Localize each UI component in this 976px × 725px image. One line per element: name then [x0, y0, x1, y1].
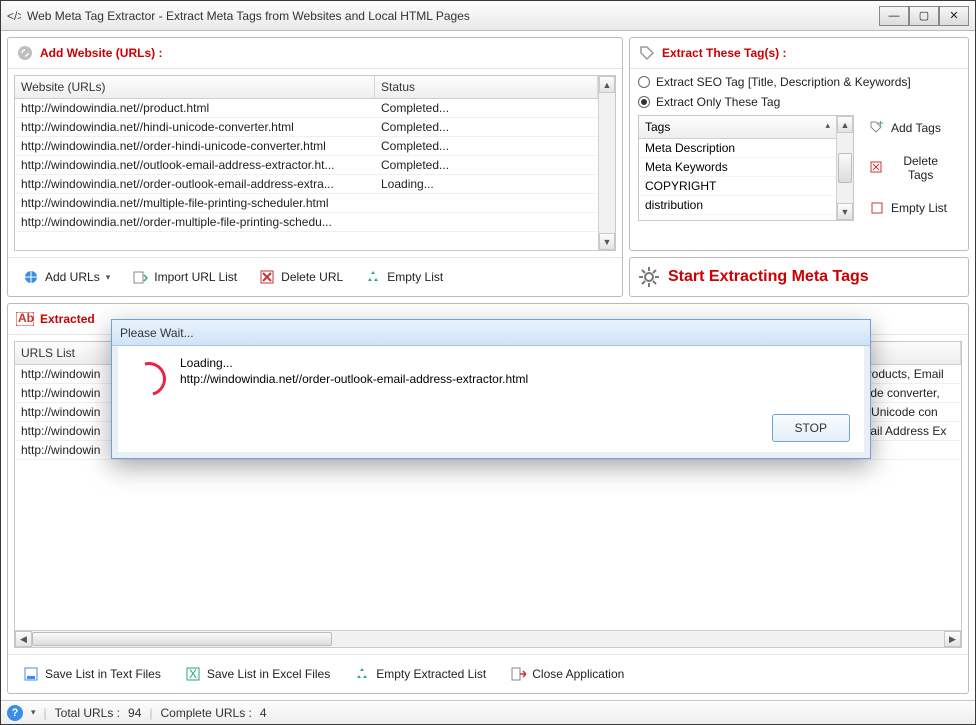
empty-icon — [869, 200, 885, 216]
abc-icon: Abc — [16, 310, 34, 328]
empty-list-button[interactable]: Empty List — [356, 264, 452, 290]
list-item[interactable]: distribution — [639, 196, 836, 215]
scroll-up-icon[interactable]: ▲ — [599, 76, 615, 93]
app-window: </> Web Meta Tag Extractor - Extract Met… — [0, 0, 976, 725]
add-tags-button[interactable]: + Add Tags — [860, 115, 960, 141]
add-urls-panel: Add Website (URLs) : Website (URLs) Stat… — [7, 37, 623, 297]
svg-text:+: + — [877, 121, 884, 130]
table-row[interactable]: http://windowindia.net//hindi-unicode-co… — [15, 118, 598, 137]
empty-tags-button[interactable]: Empty List — [860, 195, 960, 221]
save-excel-button[interactable]: X Save List in Excel Files — [176, 661, 339, 687]
please-wait-dialog: Please Wait... Loading... http://windowi… — [111, 319, 871, 459]
svg-text:Abc: Abc — [18, 312, 34, 325]
gear-icon — [638, 266, 660, 288]
tags-list[interactable]: Tags ▴ Meta DescriptionMeta KeywordsCOPY… — [639, 116, 836, 220]
col-url[interactable]: Website (URLs) — [15, 76, 375, 98]
svg-text:X: X — [189, 667, 197, 681]
save-text-icon — [23, 666, 39, 682]
complete-urls-value: 4 — [260, 706, 267, 720]
import-icon — [132, 269, 148, 285]
close-app-button[interactable]: Close Application — [501, 661, 633, 687]
import-url-list-button[interactable]: Import URL List — [123, 264, 246, 290]
total-urls-value: 94 — [128, 706, 141, 720]
scroll-down-icon[interactable]: ▼ — [837, 203, 853, 220]
recycle-icon — [354, 666, 370, 682]
add-urls-button[interactable]: Add URLs ▾ — [14, 264, 119, 290]
scroll-right-icon[interactable]: ▶ — [944, 631, 961, 647]
minimize-button[interactable]: — — [879, 6, 909, 26]
globe-icon — [23, 269, 39, 285]
start-extract-button[interactable]: Start Extracting Meta Tags — [629, 257, 969, 297]
link-icon — [16, 44, 34, 62]
extract-tags-title: Extract These Tag(s) : — [662, 46, 786, 60]
list-item[interactable]: Meta Keywords — [639, 158, 836, 177]
chevron-down-icon[interactable]: ▾ — [31, 707, 36, 718]
delete-url-button[interactable]: Delete URL — [250, 264, 352, 290]
extracted-title: Extracted — [40, 312, 95, 326]
spinner-icon — [126, 356, 172, 402]
delete-tags-button[interactable]: Delete Tags — [860, 149, 960, 187]
col-status[interactable]: Status — [375, 76, 598, 98]
delete-tag-icon — [869, 160, 884, 176]
table-row[interactable]: http://windowindia.net//order-hindi-unic… — [15, 137, 598, 156]
titlebar: </> Web Meta Tag Extractor - Extract Met… — [1, 1, 975, 31]
chevron-up-icon[interactable]: ▴ — [825, 120, 830, 134]
table-row[interactable]: http://windowindia.net//multiple-file-pr… — [15, 194, 598, 213]
empty-extracted-button[interactable]: Empty Extracted List — [345, 661, 495, 687]
radio-seo-tag[interactable]: Extract SEO Tag [Title, Description & Ke… — [638, 75, 960, 89]
table-row[interactable]: http://windowindia.net//product.htmlComp… — [15, 99, 598, 118]
list-item[interactable]: Meta Description — [639, 139, 836, 158]
tags-scrollbar[interactable]: ▲ ▼ — [836, 116, 853, 220]
urls-scrollbar[interactable]: ▲ ▼ — [598, 76, 615, 250]
delete-icon — [259, 269, 275, 285]
complete-urls-label: Complete URLs : — [161, 706, 252, 720]
table-row[interactable]: http://windowindia.net//outlook-email-ad… — [15, 156, 598, 175]
radio-icon — [638, 96, 650, 108]
table-row[interactable]: http://windowindia.net//order-outlook-em… — [15, 175, 598, 194]
urls-table[interactable]: Website (URLs) Status http://windowindia… — [15, 76, 598, 250]
col-urls-list[interactable]: URLS List — [15, 342, 115, 364]
radio-only-these[interactable]: Extract Only These Tag — [638, 95, 960, 109]
add-urls-title: Add Website (URLs) : — [40, 46, 162, 60]
loading-url: http://windowindia.net//order-outlook-em… — [180, 372, 528, 386]
save-excel-icon: X — [185, 666, 201, 682]
scroll-thumb[interactable] — [32, 632, 332, 646]
app-icon: </> — [7, 9, 21, 23]
loading-label: Loading... — [180, 356, 528, 370]
scroll-up-icon[interactable]: ▲ — [837, 116, 853, 133]
recycle-icon — [365, 269, 381, 285]
dialog-title: Please Wait... — [112, 320, 870, 346]
scroll-left-icon[interactable]: ◀ — [15, 631, 32, 647]
radio-icon — [638, 76, 650, 88]
chevron-down-icon: ▾ — [106, 272, 111, 283]
window-title: Web Meta Tag Extractor - Extract Meta Ta… — [27, 9, 470, 23]
stop-button[interactable]: STOP — [772, 414, 850, 442]
list-item[interactable]: COPYRIGHT — [639, 177, 836, 196]
add-tag-icon: + — [869, 120, 885, 136]
exit-icon — [510, 666, 526, 682]
tags-icon — [638, 44, 656, 62]
svg-text:</>: </> — [7, 9, 21, 23]
help-icon[interactable]: ? — [7, 705, 23, 721]
table-row[interactable]: http://windowindia.net//order-multiple-f… — [15, 213, 598, 232]
scroll-down-icon[interactable]: ▼ — [599, 233, 615, 250]
statusbar: ? ▾ | Total URLs : 94 | Complete URLs : … — [1, 700, 975, 724]
extracted-hscrollbar[interactable]: ◀ ▶ — [15, 630, 961, 647]
maximize-button[interactable]: ▢ — [909, 6, 939, 26]
tags-header[interactable]: Tags — [645, 120, 670, 134]
total-urls-label: Total URLs : — [55, 706, 120, 720]
extract-tags-panel: Extract These Tag(s) : Extract SEO Tag [… — [629, 37, 969, 251]
close-button[interactable]: ✕ — [939, 6, 969, 26]
save-text-button[interactable]: Save List in Text Files — [14, 661, 170, 687]
